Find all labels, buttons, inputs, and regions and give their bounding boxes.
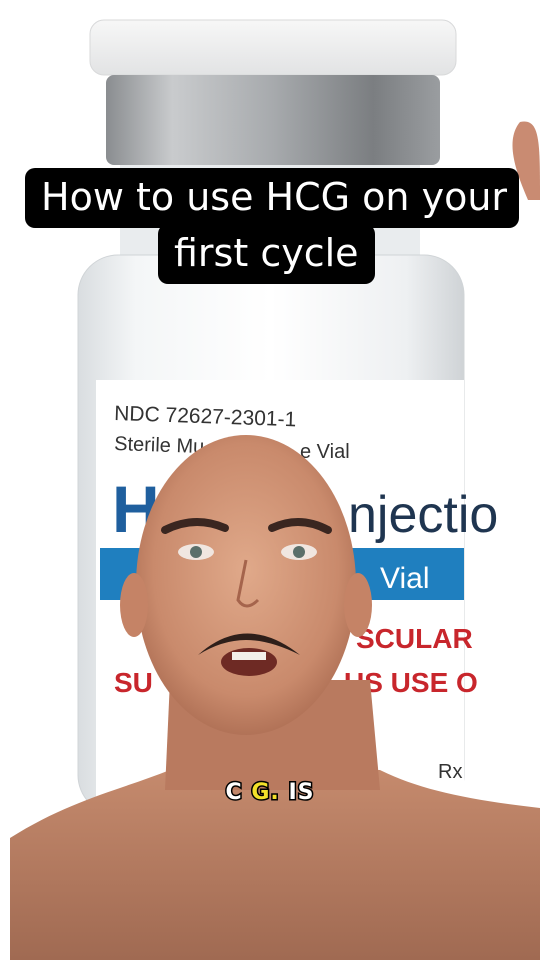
vial-crimp [106, 75, 440, 165]
right-ear [344, 573, 372, 637]
label-warn-1: SCULAR [356, 623, 473, 654]
vial-cap [89, 19, 457, 76]
right-iris [293, 546, 305, 558]
left-ear [120, 573, 148, 637]
subtitle-pre: C [224, 779, 243, 807]
label-band-text: Vial [380, 562, 429, 595]
caption-line-2: first cycle [158, 224, 375, 284]
label-warn-2-left: SU [114, 667, 153, 698]
teeth [232, 652, 266, 660]
label-line2-right: e Vial [300, 441, 350, 463]
left-iris [190, 546, 202, 558]
caption-line-1: How to use HCG on your [25, 168, 519, 228]
subtitle-post: IS [287, 779, 315, 807]
label-big-text: njectio [348, 486, 498, 544]
video-frame: NDC 72627-2301-1 Sterile Mu e Vial H nje… [10, 19, 540, 960]
subtitle-highlight: G. [250, 779, 280, 807]
label-line2-left: Sterile Mu [114, 433, 205, 458]
subtitle: C G. IS [0, 779, 540, 807]
person-head [136, 435, 356, 735]
